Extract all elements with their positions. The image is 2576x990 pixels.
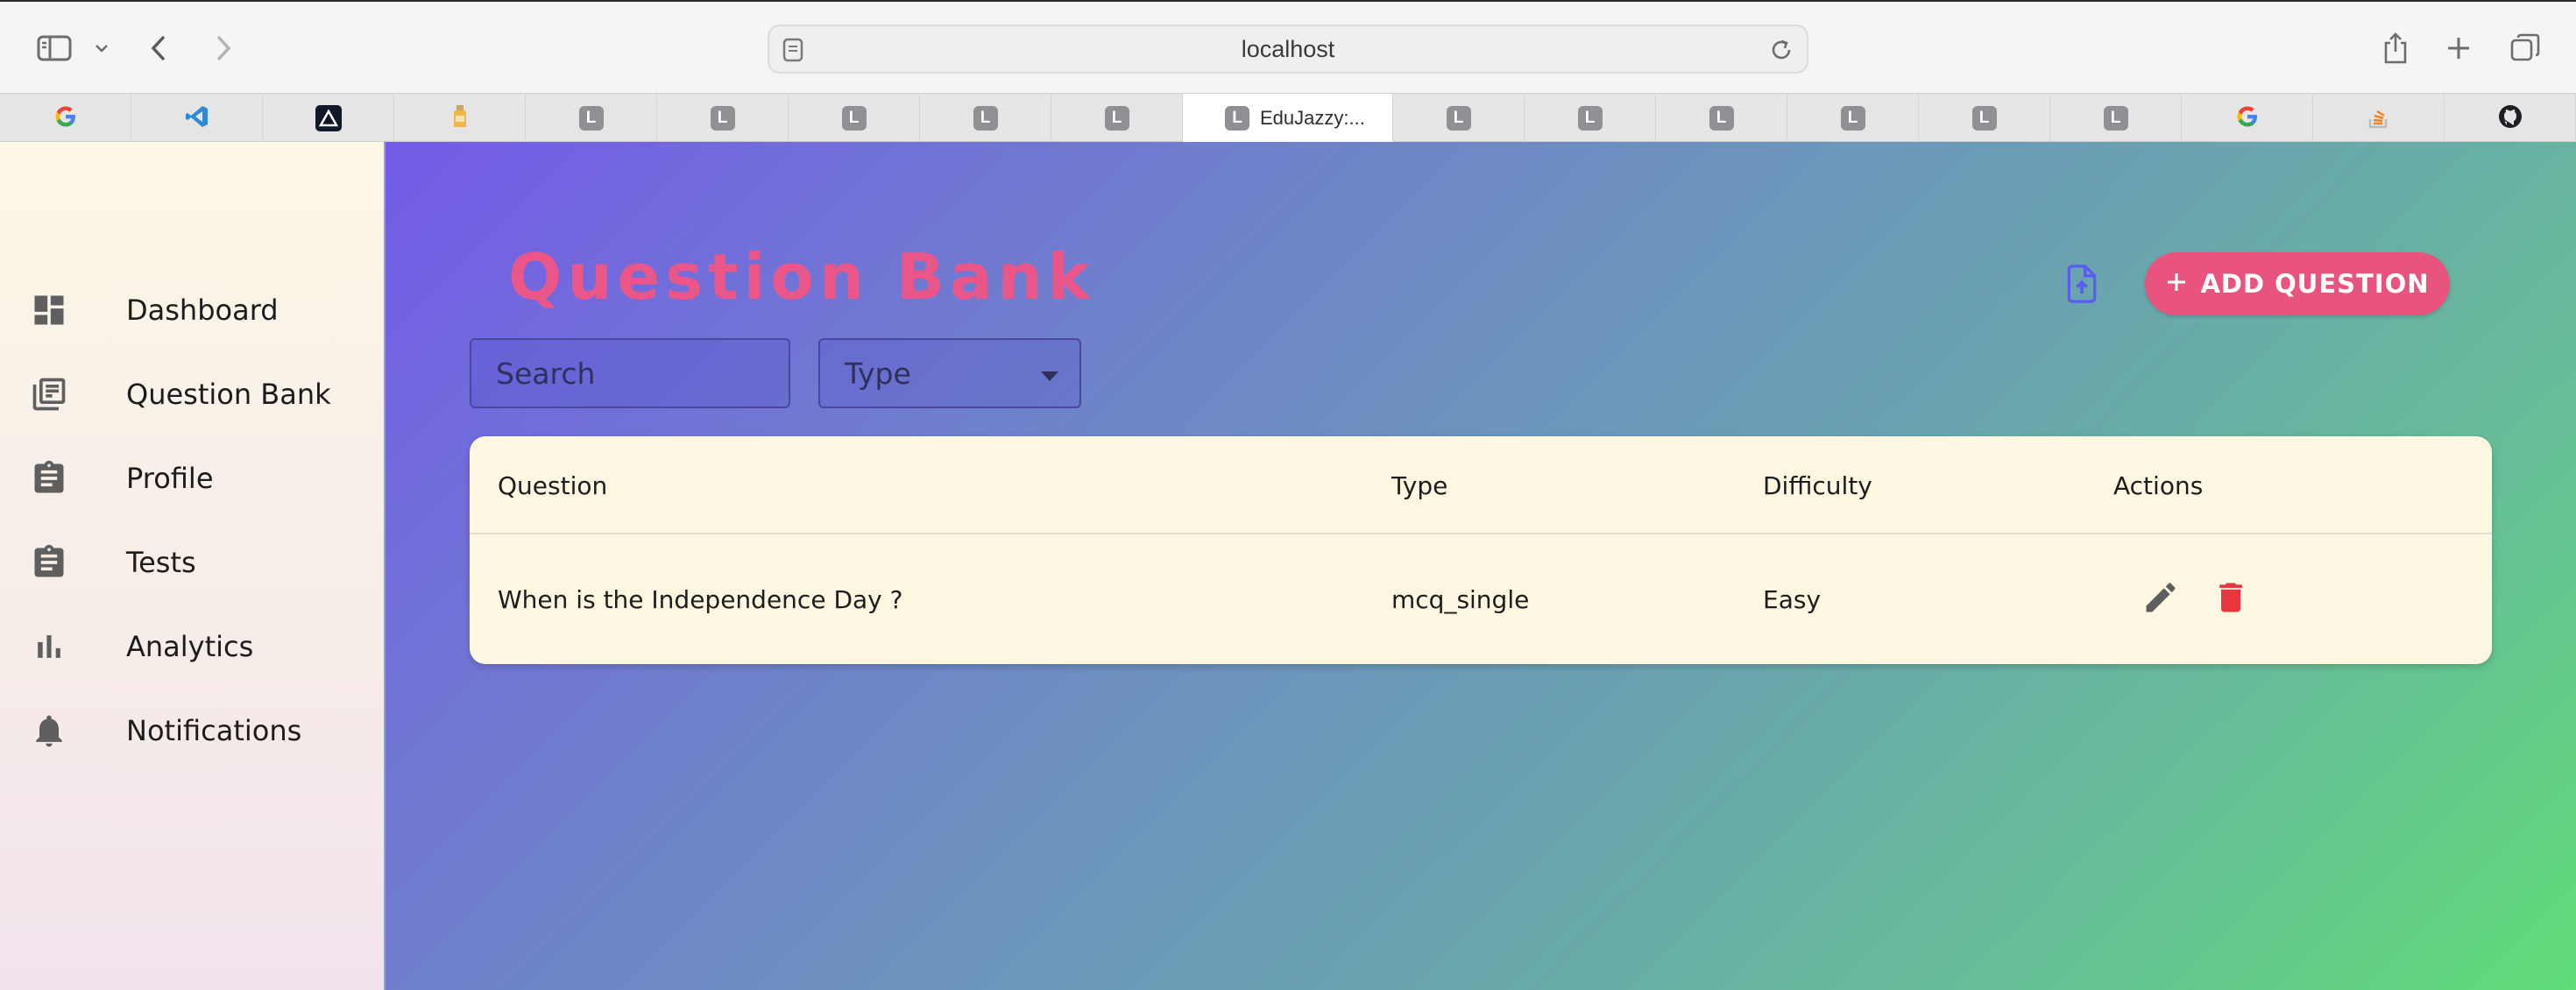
tab-l-10[interactable]: L xyxy=(1919,94,2050,142)
share-icon[interactable] xyxy=(2378,25,2413,72)
tab-l-2[interactable]: L xyxy=(657,94,789,142)
cell-question: When is the Independence Day ? xyxy=(498,585,903,614)
tab-stackoverflow[interactable] xyxy=(2313,94,2445,142)
plus-icon xyxy=(2165,271,2188,297)
add-question-label: ADD QUESTION xyxy=(2200,269,2430,299)
letter-l-icon: L xyxy=(1225,105,1249,131)
pencil-icon xyxy=(2141,578,2180,620)
sidebar-item-notifications[interactable]: Notifications xyxy=(0,696,386,766)
sidebar-toggle-icon[interactable] xyxy=(35,25,74,72)
cell-difficulty: Easy xyxy=(1763,585,1822,614)
google-icon xyxy=(2235,104,2260,132)
tab-l-9[interactable]: L xyxy=(1787,94,1919,142)
tab-overview-icon[interactable] xyxy=(2508,25,2543,72)
forward-icon[interactable] xyxy=(210,25,237,72)
tab-l-8[interactable]: L xyxy=(1656,94,1787,142)
sidebar-item-label: Notifications xyxy=(126,714,302,747)
new-tab-icon[interactable] xyxy=(2441,25,2476,72)
tab-l-1[interactable]: L xyxy=(526,94,657,142)
tab-l-6[interactable]: L xyxy=(1393,94,1525,142)
url-text: localhost xyxy=(1241,35,1335,62)
sidebar-item-question-bank[interactable]: Question Bank xyxy=(0,359,386,429)
tab-google[interactable] xyxy=(0,94,131,142)
stackoverflow-icon xyxy=(2367,103,2391,133)
upload-file-button[interactable] xyxy=(2056,259,2108,312)
tab-bottle[interactable] xyxy=(394,94,526,142)
letter-l-icon: L xyxy=(1840,105,1865,131)
sidebar-item-tests[interactable]: Tests xyxy=(0,527,386,598)
tab-bar: L L L L L L EduJazzy:... L L L L L L xyxy=(0,93,2576,142)
sidebar-item-dashboard[interactable]: Dashboard xyxy=(0,275,386,345)
sidebar-item-label: Question Bank xyxy=(126,378,331,411)
sidebar-item-label: Dashboard xyxy=(126,293,279,327)
tab-vscode[interactable] xyxy=(131,94,263,142)
type-select[interactable]: Type xyxy=(818,338,1081,408)
column-header-actions: Actions xyxy=(2113,471,2204,500)
chevron-down-icon[interactable] xyxy=(91,25,112,72)
letter-l-icon: L xyxy=(1104,105,1129,131)
back-icon[interactable] xyxy=(145,25,172,72)
sidebar-item-profile[interactable]: Profile xyxy=(0,443,386,513)
column-header-question: Question xyxy=(498,471,608,500)
letter-l-icon: L xyxy=(841,105,867,131)
tab-l-3[interactable]: L xyxy=(789,94,920,142)
letter-l-icon: L xyxy=(710,105,735,131)
cell-type: mcq_single xyxy=(1391,585,1530,614)
column-header-difficulty: Difficulty xyxy=(1763,471,1872,500)
bell-icon xyxy=(30,711,68,750)
letter-l-icon: L xyxy=(973,105,998,131)
table-header: Question Type Difficulty Actions xyxy=(470,436,2492,534)
library-books-icon xyxy=(30,375,68,414)
letter-l-icon: L xyxy=(2103,105,2128,131)
sidebar-item-analytics[interactable]: Analytics xyxy=(0,612,386,682)
tab-l-4[interactable]: L xyxy=(920,94,1051,142)
letter-l-icon: L xyxy=(1971,105,1997,131)
address-bar[interactable]: localhost xyxy=(768,25,1808,74)
column-header-type: Type xyxy=(1391,471,1448,500)
tab-app[interactable] xyxy=(263,94,394,142)
sidebar-item-label: Tests xyxy=(126,546,196,579)
clipboard-icon xyxy=(30,543,68,582)
letter-l-icon: L xyxy=(1446,105,1471,131)
tab-l-5[interactable]: L xyxy=(1051,94,1183,142)
question-table: Question Type Difficulty Actions When is… xyxy=(470,436,2492,664)
search-input[interactable] xyxy=(470,338,790,408)
caret-down-icon xyxy=(1041,369,1058,385)
tab-l-7[interactable]: L xyxy=(1525,94,1656,142)
app-icon xyxy=(315,104,342,131)
letter-l-icon: L xyxy=(1709,105,1734,131)
bar-chart-icon xyxy=(30,627,68,666)
reload-icon[interactable] xyxy=(1768,37,1794,67)
bottle-icon xyxy=(449,103,471,133)
page-title: Question Bank xyxy=(508,240,1095,314)
letter-l-icon: L xyxy=(1577,105,1603,131)
browser-toolbar: localhost xyxy=(0,0,2576,93)
clipboard-icon xyxy=(30,459,68,498)
google-icon xyxy=(53,104,78,132)
page-icon xyxy=(782,37,806,67)
main-content: Question Bank ADD QUESTION Type Question… xyxy=(386,142,2576,990)
trash-icon xyxy=(2212,578,2250,620)
sidebar-item-label: Analytics xyxy=(126,630,254,663)
tab-google-2[interactable] xyxy=(2182,94,2313,142)
edit-button[interactable] xyxy=(2138,576,2183,622)
vscode-icon xyxy=(184,103,210,133)
tab-edujazzy-active[interactable]: L EduJazzy:... xyxy=(1183,94,1393,142)
add-question-button[interactable]: ADD QUESTION xyxy=(2145,252,2450,315)
sidebar: Dashboard Question Bank Profile Tests An… xyxy=(0,142,386,990)
sidebar-item-label: Profile xyxy=(126,462,214,495)
letter-l-icon: L xyxy=(578,105,604,131)
tab-title: EduJazzy:... xyxy=(1260,106,1365,129)
github-icon xyxy=(2497,103,2523,133)
delete-button[interactable] xyxy=(2208,576,2254,622)
type-select-value: Type xyxy=(845,356,911,391)
tab-github[interactable] xyxy=(2445,94,2576,142)
dashboard-icon xyxy=(30,291,68,329)
upload-file-icon xyxy=(2063,263,2101,308)
tab-l-11[interactable]: L xyxy=(2050,94,2182,142)
